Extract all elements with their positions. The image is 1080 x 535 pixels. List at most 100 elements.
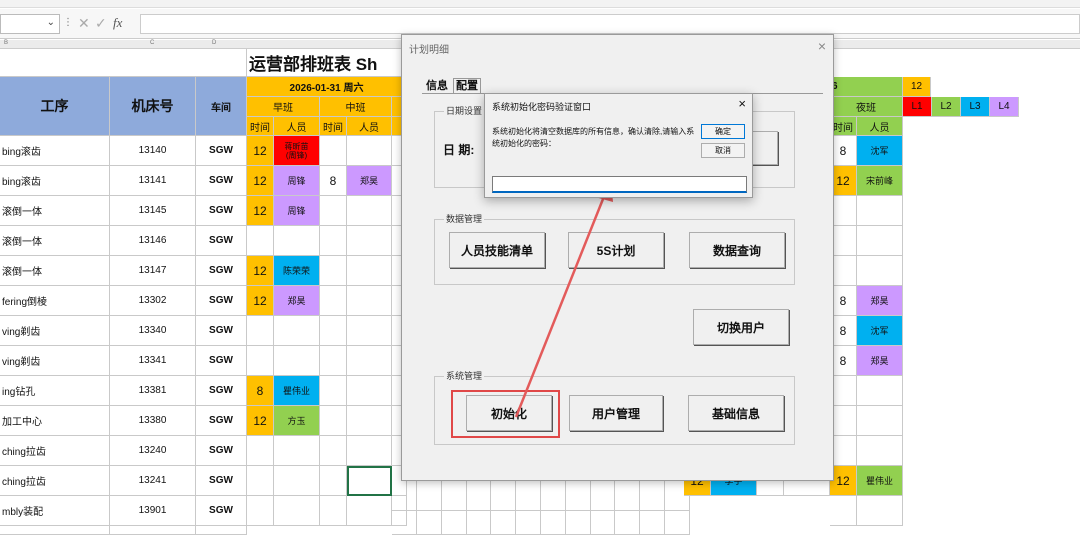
row-time-night[interactable]: 12	[830, 466, 857, 496]
data-query-button[interactable]: 数据查询	[689, 232, 785, 268]
row-time-day[interactable]	[247, 496, 274, 526]
row-process[interactable]: 滚倒一体	[0, 256, 110, 286]
base-info-button[interactable]: 基础信息	[688, 395, 784, 431]
chevron-down-icon[interactable]: ⌄	[47, 17, 55, 28]
row-workshop[interactable]: SGW	[196, 136, 247, 166]
header-shift-night[interactable]: 夜班	[830, 97, 903, 117]
row-machine[interactable]: 13140	[110, 136, 196, 166]
row-person-day[interactable]	[274, 496, 320, 526]
row-person-night[interactable]	[857, 256, 903, 286]
row-time-night[interactable]: 8	[830, 316, 857, 346]
row-workshop[interactable]: SGW	[196, 196, 247, 226]
header-shift-mid[interactable]: 中班	[320, 97, 392, 117]
blank-cell[interactable]	[441, 511, 467, 535]
formula-input[interactable]	[140, 14, 1080, 34]
row-person-day[interactable]	[274, 316, 320, 346]
row-time-night[interactable]: 12	[830, 166, 857, 196]
row-workshop[interactable]: SGW	[196, 436, 247, 466]
row-machine[interactable]: 13241	[110, 466, 196, 496]
row-time-mid[interactable]	[320, 496, 347, 526]
row-person-night[interactable]: 沈军	[857, 136, 903, 166]
row-process[interactable]: fering倒棱	[0, 286, 110, 316]
row-person-day[interactable]: 蒋昕苗 (周锋)	[274, 136, 320, 166]
header-person[interactable]: 人员	[274, 117, 320, 136]
row-process[interactable]: ing钻孔	[0, 376, 110, 406]
switch-user-button[interactable]: 切换用户	[693, 309, 789, 345]
row-person-night[interactable]	[857, 196, 903, 226]
close-icon[interactable]: ×	[818, 38, 826, 54]
name-box[interactable]: ⌄	[0, 14, 60, 34]
row-time-mid[interactable]	[320, 286, 347, 316]
row-person-day[interactable]	[274, 226, 320, 256]
blank-cell[interactable]	[441, 481, 467, 511]
row-person-mid[interactable]	[347, 136, 392, 166]
row-time-night[interactable]	[830, 496, 857, 526]
blank-cell[interactable]	[590, 481, 616, 511]
more-icon[interactable]: ⋮	[63, 17, 73, 28]
row-person-mid[interactable]	[347, 406, 392, 436]
row-person-day[interactable]: 周锋	[274, 166, 320, 196]
row-time-mid[interactable]	[320, 256, 347, 286]
row-workshop[interactable]: SGW	[196, 376, 247, 406]
row-time-night[interactable]	[830, 196, 857, 226]
header-workshop[interactable]: 车间	[196, 77, 247, 136]
blank-cell[interactable]	[491, 511, 517, 535]
row-workshop[interactable]: SGW	[196, 166, 247, 196]
row-time-night[interactable]	[830, 436, 857, 466]
row-person-night[interactable]	[857, 406, 903, 436]
row-time-night[interactable]	[830, 376, 857, 406]
row-time-mid[interactable]	[320, 346, 347, 376]
blank-cell[interactable]	[0, 526, 110, 535]
blank-cell[interactable]	[110, 526, 196, 535]
blank-cell[interactable]	[615, 511, 641, 535]
row-time-mid[interactable]	[320, 376, 347, 406]
row-time-day[interactable]: 8	[247, 376, 274, 406]
fx-icon[interactable]: fx	[113, 15, 122, 31]
tab-config[interactable]: 配置	[453, 78, 481, 93]
row-workshop[interactable]: SGW	[196, 226, 247, 256]
row-time-day[interactable]	[247, 436, 274, 466]
row-person-mid[interactable]	[347, 316, 392, 346]
blank-cell[interactable]	[640, 481, 665, 511]
row-process[interactable]: 加工中心	[0, 406, 110, 436]
row-time-day[interactable]	[247, 466, 274, 496]
column-letter[interactable]: C	[150, 40, 154, 46]
blank-cell[interactable]	[516, 511, 541, 535]
row-person-mid[interactable]	[347, 226, 392, 256]
blank-cell[interactable]	[392, 511, 417, 535]
row-workshop[interactable]: SGW	[196, 466, 247, 496]
row-person-mid[interactable]	[347, 196, 392, 226]
row-time-night[interactable]: 8	[830, 136, 857, 166]
blank-cell[interactable]	[196, 526, 247, 535]
row-workshop[interactable]: SGW	[196, 346, 247, 376]
blank-cell[interactable]	[416, 511, 442, 535]
row-time-night[interactable]: 8	[830, 286, 857, 316]
row-person-night[interactable]	[857, 376, 903, 406]
header-machine[interactable]: 机床号	[110, 77, 196, 136]
row-process[interactable]: ving剃齿	[0, 346, 110, 376]
row-person-day[interactable]	[274, 466, 320, 496]
blank-cell[interactable]	[491, 481, 517, 511]
row-person-day[interactable]: 周锋	[274, 196, 320, 226]
row-time-day[interactable]: 12	[247, 286, 274, 316]
column-letter[interactable]: B	[4, 40, 8, 46]
row-workshop[interactable]: SGW	[196, 406, 247, 436]
row-person-day[interactable]: 方玉	[274, 406, 320, 436]
row-person-night[interactable]: 郑昊	[857, 286, 903, 316]
blank-cell[interactable]	[640, 511, 665, 535]
close-icon[interactable]: ×	[738, 96, 746, 111]
skills-list-button[interactable]: 人员技能清单	[449, 232, 545, 268]
row-process[interactable]: 滚倒一体	[0, 196, 110, 226]
row-machine[interactable]: 13341	[110, 346, 196, 376]
row-time-night[interactable]	[830, 226, 857, 256]
row-machine[interactable]: 13901	[110, 496, 196, 526]
row-person-mid[interactable]: 郑昊	[347, 166, 392, 196]
line-l2[interactable]: L2	[932, 97, 961, 117]
row-time-mid[interactable]	[320, 436, 347, 466]
row-person-night[interactable]: 瞿伟业	[857, 466, 903, 496]
ok-button[interactable]: 确定	[701, 124, 745, 139]
header-time[interactable]: 时间	[830, 117, 857, 136]
date-button[interactable]	[752, 131, 778, 165]
row-person-day[interactable]	[274, 346, 320, 376]
row-machine[interactable]: 13141	[110, 166, 196, 196]
